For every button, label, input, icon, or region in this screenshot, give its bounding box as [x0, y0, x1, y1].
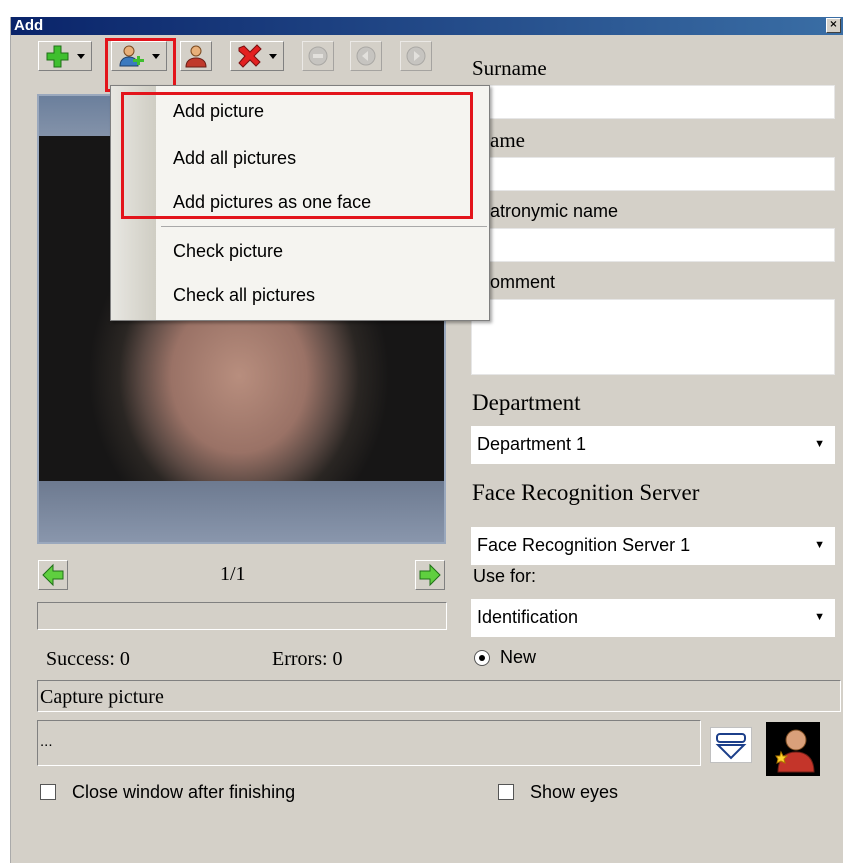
radio-dot — [479, 655, 485, 661]
server-select[interactable]: Face Recognition Server 1 ▼ — [471, 527, 835, 565]
capture-label: Capture picture — [40, 686, 164, 708]
avatar — [766, 722, 820, 776]
success-count: Success: 0 — [46, 648, 130, 670]
menu-separator — [161, 226, 487, 227]
surname-input[interactable] — [471, 85, 835, 119]
errors-count: Errors: 0 — [272, 648, 343, 670]
chevron-down-icon — [77, 54, 85, 59]
window-title: Add — [14, 17, 44, 34]
forward-button[interactable] — [400, 41, 432, 71]
menu-item-check-picture[interactable]: Check picture — [173, 241, 283, 262]
stop-button[interactable] — [302, 41, 334, 71]
progress-bar — [37, 602, 447, 630]
chevron-down-icon — [269, 54, 277, 59]
person-start-icon — [775, 729, 815, 773]
comment-input[interactable] — [471, 299, 835, 375]
menu-item-check-all-pictures[interactable]: Check all pictures — [173, 285, 315, 306]
department-label: Department — [472, 390, 581, 415]
use-for-value: Identification — [477, 607, 579, 627]
prev-picture-button[interactable] — [38, 560, 68, 590]
red-x-icon — [238, 44, 277, 68]
show-eyes-label: Show eyes — [530, 782, 619, 802]
name-input[interactable] — [471, 157, 835, 191]
person-button[interactable] — [180, 41, 212, 71]
path-input[interactable]: ... — [37, 720, 701, 766]
highlight-box — [105, 38, 176, 92]
circle-right-icon — [406, 46, 426, 66]
patronymic-label: atronymic name — [490, 201, 619, 221]
use-for-select[interactable]: Identification ▼ — [471, 599, 835, 637]
chevron-down-icon[interactable]: ▼ — [814, 438, 825, 450]
path-value: ... — [40, 733, 53, 750]
photo-bottom-band — [39, 481, 444, 542]
green-plus-icon — [46, 45, 85, 68]
title-bar: Add × — [11, 17, 843, 35]
menu-highlight-box — [121, 92, 473, 219]
stop-icon — [308, 46, 328, 66]
add-button[interactable] — [38, 41, 92, 71]
chevron-down-icon[interactable]: ▼ — [814, 539, 825, 551]
browse-button[interactable] — [710, 727, 752, 763]
use-for-label: Use for: — [473, 566, 537, 586]
new-label: New — [500, 647, 537, 667]
capture-field: Capture picture — [37, 680, 841, 712]
close-window-label: Close window after finishing — [72, 782, 296, 802]
chevron-down-icon — [715, 733, 747, 760]
server-label: Face Recognition Server — [472, 480, 700, 505]
department-value: Department 1 — [477, 434, 587, 454]
show-eyes-checkbox[interactable] — [498, 784, 514, 800]
back-button[interactable] — [350, 41, 382, 71]
comment-label: omment — [490, 272, 556, 292]
name-label: ame — [490, 128, 525, 152]
department-select[interactable]: Department 1 ▼ — [471, 426, 835, 464]
patronymic-input[interactable] — [471, 228, 835, 262]
arrow-right-icon — [419, 563, 441, 587]
close-button[interactable]: × — [826, 18, 841, 33]
close-window-checkbox[interactable] — [40, 784, 56, 800]
person-icon — [185, 45, 207, 68]
new-radio[interactable] — [474, 650, 490, 666]
next-picture-button[interactable] — [415, 560, 445, 590]
picture-counter: 1/1 — [220, 563, 246, 585]
circle-left-icon — [356, 46, 376, 66]
server-value: Face Recognition Server 1 — [477, 535, 691, 555]
surname-label: Surname — [472, 56, 547, 80]
arrow-left-icon — [42, 563, 64, 587]
chevron-down-icon[interactable]: ▼ — [814, 611, 825, 623]
delete-button[interactable] — [230, 41, 284, 71]
